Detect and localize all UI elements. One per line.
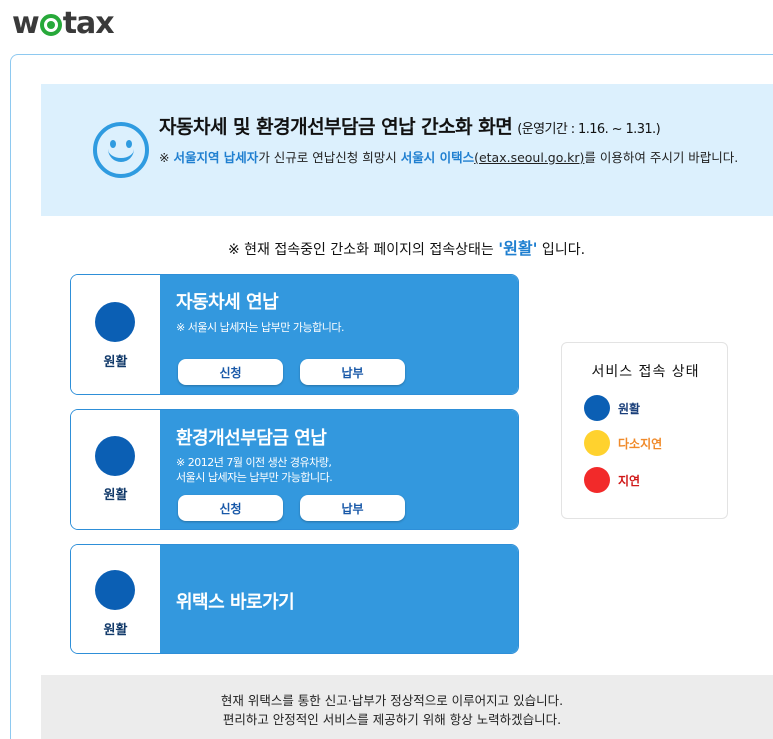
card-status-label: 원활 xyxy=(103,488,128,503)
status-dot-icon xyxy=(95,302,135,342)
notice-banner: 자동차세 및 환경개선부담금 연납 간소화 화면 (운영기간 : 1.16. ~… xyxy=(41,84,773,216)
card-status-panel: 원활 xyxy=(71,545,160,653)
footer-line-2: 편리하고 안정적인 서비스를 제공하기 위해 항상 노력하겠습니다. xyxy=(222,712,562,727)
notice-period: (운영기간 : 1.16. ~ 1.31.) xyxy=(517,122,661,137)
card-subtext: ※ 서울시 납세자는 납부만 가능합니다. xyxy=(176,321,345,334)
card-status-panel: 원활 xyxy=(71,410,160,529)
card-body[interactable]: 위택스 바로가기 xyxy=(160,545,518,653)
wetax-shortcut-link[interactable]: 위택스 바로가기 xyxy=(176,588,295,614)
card-body: 환경개선부담금 연납 ※ 2012년 7월 이전 생산 경유차량, 서울시 납세… xyxy=(160,410,518,529)
pay-button[interactable]: 납부 xyxy=(300,359,405,385)
legend-label: 다소지연 xyxy=(618,436,663,451)
logo-text-w: w xyxy=(12,5,40,41)
smiley-icon xyxy=(93,122,149,178)
apply-button[interactable]: 신청 xyxy=(178,359,283,385)
connection-status-line: ※ 현재 접속중인 간소화 페이지의 접속상태는 '원활' 입니다. xyxy=(0,235,773,259)
notice-body: ※ 서울지역 납세자가 신규로 연납신청 희망시 서울시 이택스(etax.se… xyxy=(159,148,739,167)
card-environment-charge: 원활 환경개선부담금 연납 ※ 2012년 7월 이전 생산 경유차량, 서울시… xyxy=(70,409,519,530)
legend-item-delay: 지연 xyxy=(584,467,640,493)
status-line-state: '원활' xyxy=(498,239,538,258)
logo-text-tax: tax xyxy=(62,5,115,41)
status-line-prefix: ※ 현재 접속중인 간소화 페이지의 접속상태는 xyxy=(227,242,499,258)
logo-e-icon xyxy=(39,14,62,36)
status-dot-icon xyxy=(95,436,135,476)
notice-title-main: 자동차세 및 환경개선부담금 연납 간소화 화면 xyxy=(159,116,513,138)
notice-region: 서울지역 납세자 xyxy=(173,150,259,165)
legend-label: 원활 xyxy=(618,401,641,416)
legend-title: 서비스 접속 상태 xyxy=(591,364,700,380)
status-dot-icon xyxy=(584,395,610,421)
apply-button[interactable]: 신청 xyxy=(178,495,283,521)
status-dot-icon xyxy=(584,467,610,493)
card-title: 자동차세 연납 xyxy=(176,292,279,313)
card-status-label: 원활 xyxy=(103,355,128,370)
card-status-label: 원활 xyxy=(103,623,128,638)
etax-url-link[interactable]: (etax.seoul.go.kr) xyxy=(474,150,584,165)
etax-link[interactable]: 서울시 이택스 xyxy=(401,150,474,165)
notice-title: 자동차세 및 환경개선부담금 연납 간소화 화면 (운영기간 : 1.16. ~… xyxy=(159,112,661,139)
status-dot-icon xyxy=(584,430,610,456)
wetax-logo[interactable]: w tax xyxy=(12,5,115,41)
status-dot-icon xyxy=(95,570,135,610)
card-subtext-line2: 서울시 납세자는 납부만 가능합니다. xyxy=(176,471,333,484)
card-status-panel: 원활 xyxy=(71,275,160,394)
footer-message: 현재 위택스를 통한 신고·납부가 정상적으로 이루어지고 있습니다. 편리하고… xyxy=(41,675,773,739)
card-subtext-line1: ※ 2012년 7월 이전 생산 경유차량, xyxy=(176,456,332,469)
notice-body-prefix: ※ xyxy=(159,150,174,165)
footer-line-1: 현재 위택스를 통한 신고·납부가 정상적으로 이루어지고 있습니다. xyxy=(220,693,564,708)
pay-button[interactable]: 납부 xyxy=(300,495,405,521)
card-vehicle-tax: 원활 자동차세 연납 ※ 서울시 납세자는 납부만 가능합니다. 신청 납부 xyxy=(70,274,519,395)
notice-body-mid: 가 신규로 연납신청 희망시 xyxy=(258,150,401,165)
card-wetax-shortcut[interactable]: 원활 위택스 바로가기 xyxy=(70,544,519,654)
legend-label: 지연 xyxy=(618,473,641,488)
legend-item-good: 원활 xyxy=(584,395,640,421)
card-title: 환경개선부담금 연납 xyxy=(176,428,327,449)
notice-body-suffix: 를 이용하여 주시기 바랍니다. xyxy=(584,150,739,165)
status-line-suffix: 입니다. xyxy=(537,242,586,258)
legend-item-slow: 다소지연 xyxy=(584,430,662,456)
card-body: 자동차세 연납 ※ 서울시 납세자는 납부만 가능합니다. 신청 납부 xyxy=(160,275,518,394)
status-legend: 서비스 접속 상태 원활 다소지연 지연 xyxy=(561,342,728,519)
